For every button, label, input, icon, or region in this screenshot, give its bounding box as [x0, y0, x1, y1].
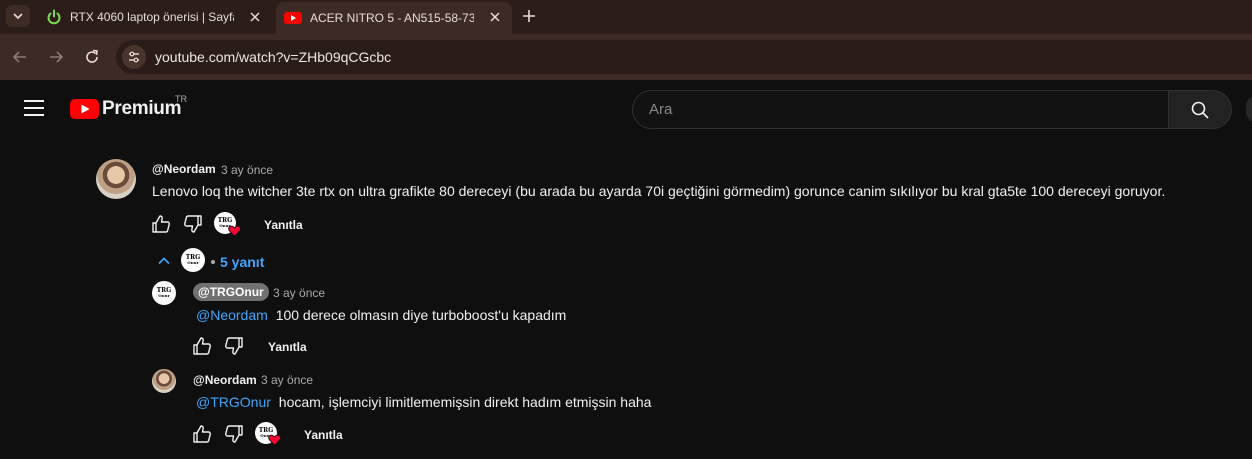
reply-button[interactable]: Yanıtla	[268, 340, 307, 354]
url-text: youtube.com/watch?v=ZHb09qCGcbc	[155, 49, 392, 65]
reply-author[interactable]: @TRGOnur	[193, 283, 269, 301]
replies-toggle[interactable]: 5 yanıt	[220, 254, 264, 270]
mention-link[interactable]: @Neordam	[196, 307, 268, 323]
browser-toolbar: youtube.com/watch?v=ZHb09qCGcbc	[0, 34, 1252, 80]
tab-title: ACER NITRO 5 - AN515-58-73T	[310, 11, 474, 25]
reply-text: @Neordam 100 derece olmasın diye turbobo…	[196, 307, 567, 323]
power-icon	[47, 9, 61, 25]
like-icon[interactable]	[191, 423, 213, 445]
tab-title: RTX 4060 laptop önerisi | Sayfa	[70, 10, 234, 24]
youtube-premium-logo[interactable]: Premium TR	[70, 94, 187, 120]
address-bar[interactable]: youtube.com/watch?v=ZHb09qCGcbc	[116, 40, 1252, 74]
comment-author[interactable]: @Neordam	[152, 162, 216, 176]
search-placeholder: Ara	[649, 101, 673, 118]
reload-button[interactable]	[82, 47, 102, 67]
mention-link[interactable]: @TRGOnur	[196, 394, 271, 410]
search-icon	[1191, 101, 1209, 119]
chevron-down-icon	[13, 13, 23, 20]
close-icon[interactable]	[248, 10, 262, 24]
like-icon[interactable]	[191, 335, 213, 357]
like-icon[interactable]	[150, 213, 172, 235]
youtube-masthead: Premium TR Ara	[0, 80, 1252, 138]
dislike-icon[interactable]	[223, 335, 245, 357]
reply-time[interactable]: 3 ay önce	[273, 286, 325, 300]
country-code: TR	[175, 94, 187, 104]
tab-rtx-laptop[interactable]: RTX 4060 laptop önerisi | Sayfa	[36, 2, 272, 32]
voice-search-button[interactable]	[1246, 96, 1252, 122]
avatar[interactable]	[96, 159, 136, 199]
new-tab-button[interactable]	[518, 5, 540, 27]
site-info-button[interactable]	[122, 45, 146, 69]
reply-text: @TRGOnur hocam, işlemciyi limitlememişsi…	[196, 394, 652, 410]
close-icon[interactable]	[488, 10, 502, 24]
reply-button[interactable]: Yanıtla	[264, 218, 303, 232]
heart-icon	[268, 434, 281, 446]
avatar[interactable]	[152, 369, 176, 393]
tune-icon	[129, 51, 139, 63]
search-input[interactable]: Ara	[632, 90, 1170, 129]
reply-time[interactable]: 3 ay önce	[261, 373, 313, 387]
reply-author[interactable]: @Neordam	[193, 373, 257, 387]
comment-time[interactable]: 3 ay önce	[221, 163, 273, 177]
reload-icon	[86, 49, 98, 63]
search-button[interactable]	[1168, 90, 1232, 129]
replier-avatar: TRG Onur	[181, 248, 205, 272]
youtube-icon	[284, 12, 302, 24]
reply-button[interactable]: Yanıtla	[304, 428, 343, 442]
youtube-icon	[70, 99, 99, 119]
plus-icon	[523, 10, 535, 22]
menu-icon[interactable]	[24, 100, 44, 116]
dislike-icon[interactable]	[182, 213, 204, 235]
forward-button[interactable]	[46, 47, 66, 67]
arrow-right-icon	[50, 51, 64, 63]
comment-text: Lenovo loq the witcher 3te rtx on ultra …	[152, 183, 1166, 199]
brand-text: Premium	[102, 98, 182, 119]
back-button[interactable]	[10, 47, 30, 67]
tab-acer-nitro[interactable]: ACER NITRO 5 - AN515-58-73T	[276, 2, 512, 34]
chevron-up-icon[interactable]	[157, 254, 171, 268]
dislike-icon[interactable]	[223, 423, 245, 445]
tab-search-button[interactable]	[6, 5, 30, 27]
separator-dot	[211, 260, 215, 264]
arrow-left-icon	[12, 51, 26, 63]
avatar[interactable]: TRG Onur	[152, 281, 176, 305]
heart-icon	[228, 225, 241, 237]
browser-tab-strip: RTX 4060 laptop önerisi | Sayfa ACER NIT…	[0, 0, 1252, 34]
